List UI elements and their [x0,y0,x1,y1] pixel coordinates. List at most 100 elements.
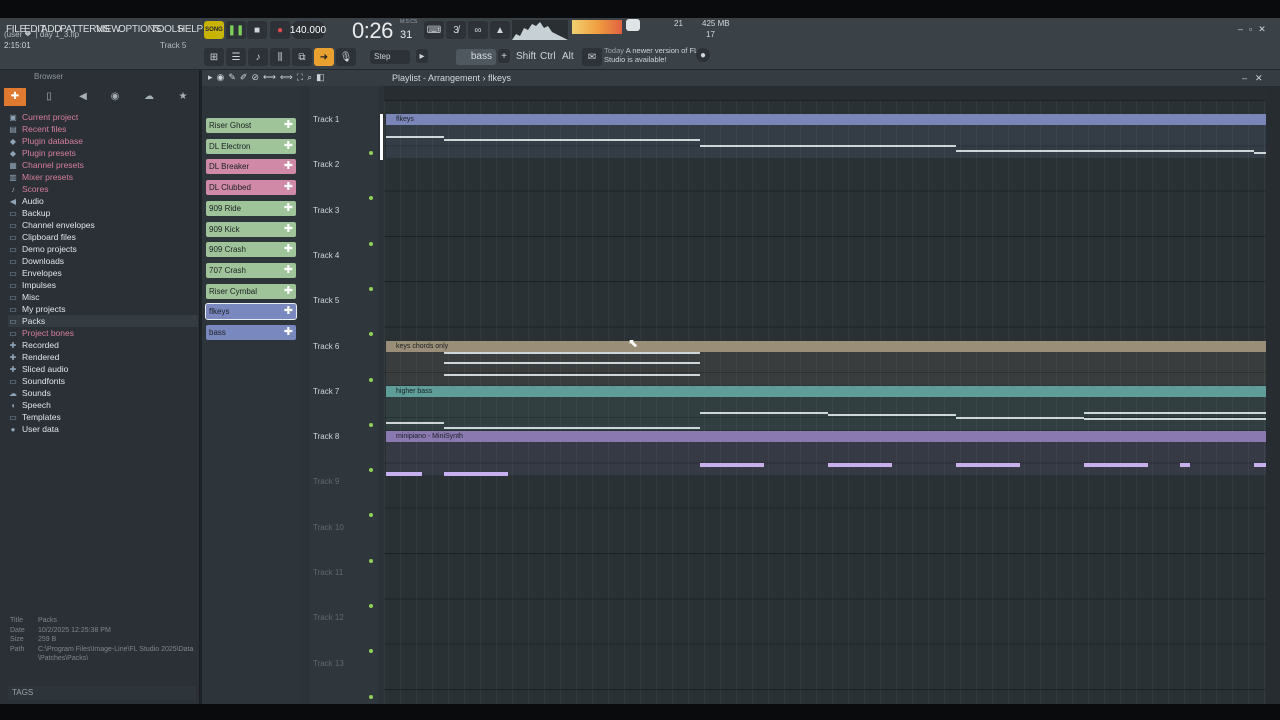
browser-item[interactable]: ▥ Mixer presets [8,171,198,183]
song-mode-button[interactable]: SONG [204,21,224,39]
pattern-item[interactable]: DL Electron ✚ [206,138,296,154]
tempo-display[interactable]: 140.000 [290,21,326,39]
browser-item[interactable]: ◀ Audio [8,195,198,207]
ctrl-key-indicator[interactable]: Ctrl [540,51,556,62]
metronome-icon[interactable]: ▲ [490,21,510,39]
browser-item[interactable]: ▭ Soundfonts [8,375,198,387]
track-mute-led[interactable] [369,241,373,246]
browser-item[interactable]: ▭ Templates [8,411,198,423]
browser-item[interactable]: ◆ Plugin presets [8,147,198,159]
playlist-window-controls[interactable]: –✕ [1242,73,1271,84]
stop-icon[interactable]: ■ [247,21,267,39]
track-header[interactable]: Track 12 [313,613,344,622]
window-controls[interactable]: –▫✕ [1238,24,1272,35]
channel-rack-icon[interactable]: ⊞ [204,48,224,66]
shift-key-indicator[interactable]: Shift [516,51,536,62]
update-icon[interactable]: ● [696,48,710,62]
pattern-item[interactable]: Riser Cymbal ✚ [206,283,296,299]
add-pattern-icon[interactable]: + [498,49,510,63]
browser-item[interactable]: ▭ Demo projects [8,243,198,255]
loop-record-icon[interactable]: ∞ [468,21,488,39]
browser-item[interactable]: ▭ Impulses [8,279,198,291]
pattern-item[interactable]: 909 Crash ✚ [206,242,296,258]
timeline-ruler[interactable] [384,86,1266,100]
typing-keyboard-icon[interactable]: ⌨ [424,21,444,39]
browser-item[interactable]: ● User data [8,423,198,435]
news-icon[interactable]: ✉ [582,48,602,66]
all-tab-icon[interactable]: ✚ [4,88,26,106]
track-header[interactable]: Track 11 [313,568,343,577]
pattern-item[interactable]: 909 Kick ✚ [206,221,296,237]
track-header[interactable]: Track 3 [313,206,339,215]
countdown-icon[interactable]: 3̸ [446,21,466,39]
add-pattern-icon[interactable]: ✚ [284,222,293,237]
pattern-item[interactable]: bass ✚ [206,325,296,340]
track-header[interactable]: Track 6 [313,342,339,351]
track-mute-led[interactable] [369,377,373,382]
add-pattern-icon[interactable]: ✚ [284,201,293,216]
track-header[interactable]: Track 7 [313,387,339,396]
track-mute-led[interactable] [369,694,373,699]
browser-item[interactable]: ◆ Plugin database [8,135,198,147]
playlist-clip[interactable]: higher bass [386,385,1266,430]
track-header[interactable]: Track 1 [313,115,339,124]
cloud-tab-icon[interactable]: ☁ [138,88,160,106]
track-header[interactable]: Track 2 [313,160,339,169]
alt-key-indicator[interactable]: Alt [562,51,574,62]
browser-item[interactable]: ✚ Recorded [8,339,198,351]
playlist-clip[interactable]: minipiano - MiniSynth [386,431,1266,476]
time-display[interactable]: 0:26 [352,18,393,44]
track-header[interactable]: Track 4 [313,251,339,260]
track-mute-led[interactable] [369,604,373,608]
speaker-tab-icon[interactable]: ◀ [72,88,94,106]
piano-roll-icon[interactable]: ♪ [248,48,268,66]
browser-item[interactable]: ☁ Sounds [8,387,198,399]
playlist-icon[interactable]: ☰ [226,48,246,66]
add-pattern-icon[interactable]: ✚ [284,139,293,154]
track-header[interactable]: Track 9 [313,477,339,486]
browser-item[interactable]: ✚ Rendered [8,351,198,363]
add-pattern-icon[interactable]: ✚ [284,263,293,278]
track-header[interactable]: Track 8 [313,432,339,441]
vertical-scrollbar[interactable] [1266,86,1280,704]
track-mute-led[interactable] [369,422,373,427]
browser-item[interactable]: ▤ Recent files [8,123,198,135]
microphone-icon[interactable]: 🎙 [336,48,356,66]
browser-item[interactable]: ◖ Speech [8,399,198,411]
add-pattern-icon[interactable]: ✚ [284,118,293,133]
track-header[interactable]: Track 10 [313,523,344,532]
add-pattern-icon[interactable]: ✚ [284,284,293,299]
add-pattern-icon[interactable]: ✚ [284,304,293,319]
files-tab-icon[interactable]: ▯ [38,88,60,106]
pattern-item[interactable]: DL Clubbed ✚ [206,180,296,196]
browser-item[interactable]: ▭ Misc [8,291,198,303]
pattern-item[interactable]: DL Breaker ✚ [206,159,296,175]
favorites-tab-icon[interactable]: ★ [172,88,194,106]
browser-item[interactable]: ▭ Envelopes [8,267,198,279]
track-mute-led[interactable] [369,558,373,563]
menu-view[interactable]: VIEW [96,24,121,35]
browser-item[interactable]: ▭ My projects [8,303,198,315]
add-pattern-icon[interactable]: ✚ [284,325,293,340]
browser-item[interactable]: ▭ Clipboard files [8,231,198,243]
master-volume-meter[interactable] [572,20,622,34]
news-panel[interactable]: Today A newer version of FL Studio is av… [604,46,700,64]
track-mute-led[interactable] [369,286,373,291]
playlist-titlebar[interactable] [202,70,1280,86]
arrow-right-icon[interactable]: ▸ [416,49,428,63]
plugin-tab-icon[interactable]: ◉ [104,88,126,106]
add-pattern-icon[interactable]: ✚ [284,180,293,195]
browser-item[interactable]: ♪ Scores [8,183,198,195]
track-mute-led[interactable] [369,151,373,155]
mixer-icon[interactable]: ⫼ [270,48,290,66]
pattern-item[interactable]: 909 Ride ✚ [206,200,296,216]
pattern-selector[interactable]: bass [456,49,496,65]
playlist-tools-icon[interactable]: ▸◉✎✐⊘⟷⟺⛶⌕◧ [208,72,329,83]
browser-item[interactable]: ▣ Current project [8,111,198,123]
browser-item[interactable]: ✚ Sliced audio [8,363,198,375]
record-icon[interactable]: ● [270,21,290,39]
pause-icon[interactable]: ❚❚ [226,21,246,39]
snap-icon[interactable]: ➜ [314,48,334,66]
plugin-picker-icon[interactable]: ⧉ [292,48,312,66]
tags-bar[interactable]: TAGS [8,686,196,700]
